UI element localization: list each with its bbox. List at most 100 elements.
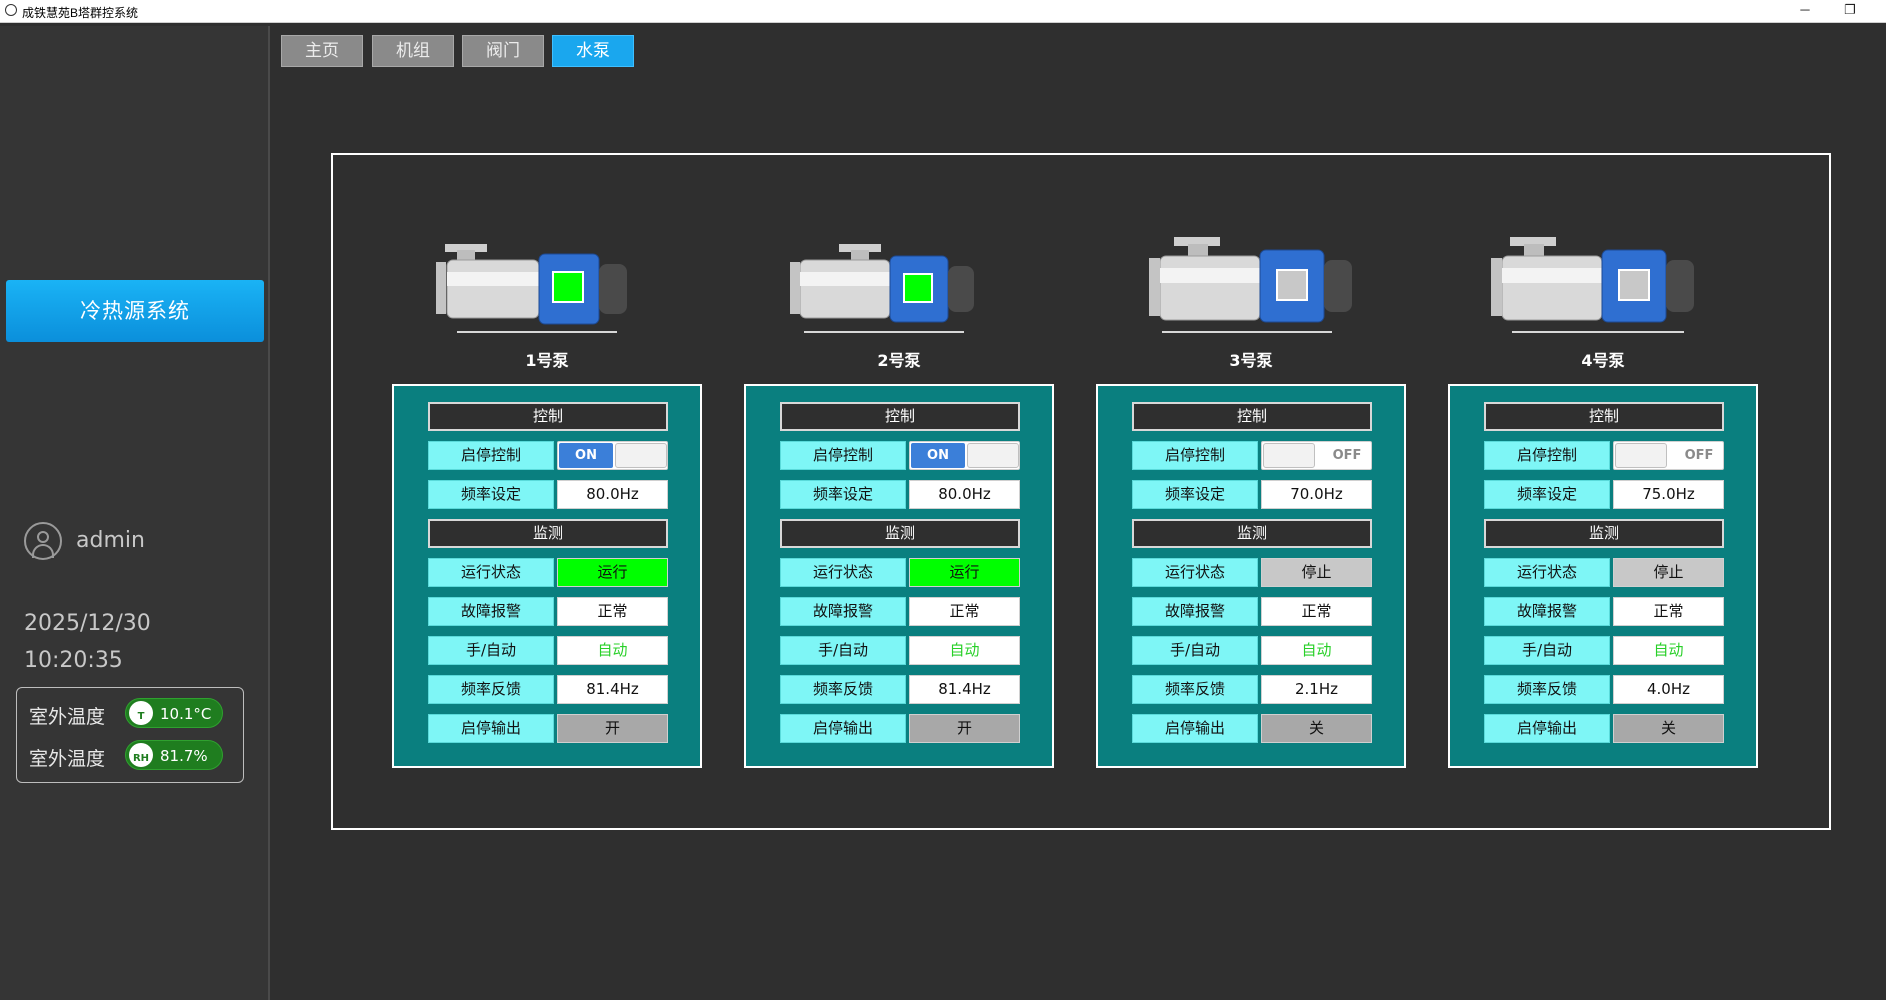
window-titlebar: 成铁慧苑B塔群控系统 ─ ❐ xyxy=(0,0,1886,23)
switch-off-label: OFF xyxy=(1684,448,1714,463)
monitor-header: 监测 xyxy=(1484,519,1724,548)
monitor-header: 监测 xyxy=(780,519,1020,548)
start-stop-label: 启停控制 xyxy=(428,441,554,470)
freq-feedback-label: 频率反馈 xyxy=(1132,675,1258,704)
pump-4-card: 控制 启停控制 OFF 频率设定 75.0Hz 监测 运行状态 停止 故障报警 … xyxy=(1448,384,1758,768)
pump-2-freq-set-input[interactable]: 80.0Hz xyxy=(909,480,1020,509)
control-header: 控制 xyxy=(1484,402,1724,431)
pump-4-status-indicator xyxy=(1618,269,1650,301)
humidity-icon: RH xyxy=(129,743,153,767)
run-status-label: 运行状态 xyxy=(780,558,906,587)
pump-2-name: 2号泵 xyxy=(877,351,921,370)
switch-on-label: ON xyxy=(911,443,965,468)
mode-label: 手/自动 xyxy=(780,636,906,665)
app-icon xyxy=(5,4,17,16)
pump-2-mode: 自动 xyxy=(909,636,1020,665)
pump-2-run-status: 运行 xyxy=(909,558,1020,587)
start-stop-label: 启停控制 xyxy=(1132,441,1258,470)
output-label: 启停输出 xyxy=(428,714,554,743)
pump-1-run-status: 运行 xyxy=(557,558,668,587)
mode-label: 手/自动 xyxy=(1484,636,1610,665)
minimize-button[interactable]: ─ xyxy=(1785,0,1825,22)
switch-off-label: OFF xyxy=(1332,448,1362,463)
tab-valves[interactable]: 阀门 xyxy=(462,35,544,67)
pump-4-freq-feedback: 4.0Hz xyxy=(1613,675,1724,704)
freq-set-label: 频率设定 xyxy=(1484,480,1610,509)
monitor-header: 监测 xyxy=(1132,519,1372,548)
pump-3-mode: 自动 xyxy=(1261,636,1372,665)
run-status-label: 运行状态 xyxy=(1484,558,1610,587)
control-header: 控制 xyxy=(780,402,1020,431)
pump-1-output: 开 xyxy=(557,714,668,743)
temperature-badge: T 10.1°C xyxy=(125,698,223,728)
user-icon xyxy=(24,522,62,560)
pump-3-image xyxy=(1149,237,1352,333)
run-status-label: 运行状态 xyxy=(428,558,554,587)
window-title: 成铁慧苑B塔群控系统 xyxy=(22,6,139,20)
pump-3-run-status: 停止 xyxy=(1261,558,1372,587)
run-status-label: 运行状态 xyxy=(1132,558,1258,587)
pump-2-output: 开 xyxy=(909,714,1020,743)
pump-2-image xyxy=(790,244,974,333)
freq-feedback-label: 频率反馈 xyxy=(780,675,906,704)
current-time: 10:20:35 xyxy=(24,648,123,673)
pump-1-mode: 自动 xyxy=(557,636,668,665)
sidebar: 冷热源系统 admin 2025/12/30 10:20:35 室外温度 T 1… xyxy=(0,26,270,1000)
current-date: 2025/12/30 xyxy=(24,611,151,636)
tab-home[interactable]: 主页 xyxy=(281,35,363,67)
monitor-header: 监测 xyxy=(428,519,668,548)
freq-set-label: 频率设定 xyxy=(1132,480,1258,509)
pump-2-start-stop-switch[interactable]: ON xyxy=(909,441,1020,470)
fault-label: 故障报警 xyxy=(780,597,906,626)
env-label: 室外温度 xyxy=(29,706,106,728)
fault-label: 故障报警 xyxy=(428,597,554,626)
mode-label: 手/自动 xyxy=(1132,636,1258,665)
pump-1-image xyxy=(436,244,627,333)
humidity-value: 81.7% xyxy=(160,747,208,765)
pump-4-fault: 正常 xyxy=(1613,597,1724,626)
pump-1-start-stop-switch[interactable]: ON xyxy=(557,441,668,470)
start-stop-label: 启停控制 xyxy=(1484,441,1610,470)
pump-4-name: 4号泵 xyxy=(1581,351,1625,370)
pump-2-status-indicator xyxy=(903,273,933,303)
hvac-system-button[interactable]: 冷热源系统 xyxy=(6,280,264,342)
tab-water-pumps[interactable]: 水泵 xyxy=(552,35,634,67)
control-header: 控制 xyxy=(1132,402,1372,431)
outdoor-environment-box: 室外温度 T 10.1°C 室外温度 RH 81.7% xyxy=(16,687,244,783)
pump-3-status-indicator xyxy=(1276,269,1308,301)
pump-2-fault: 正常 xyxy=(909,597,1020,626)
output-label: 启停输出 xyxy=(1484,714,1610,743)
pump-1-name: 1号泵 xyxy=(525,351,569,370)
username: admin xyxy=(76,528,145,553)
freq-feedback-label: 频率反馈 xyxy=(1484,675,1610,704)
freq-set-label: 频率设定 xyxy=(780,480,906,509)
humidity-badge: RH 81.7% xyxy=(125,740,223,770)
output-label: 启停输出 xyxy=(1132,714,1258,743)
start-stop-label: 启停控制 xyxy=(780,441,906,470)
tab-chiller-units[interactable]: 机组 xyxy=(372,35,454,67)
pump-3-freq-set-input[interactable]: 70.0Hz xyxy=(1261,480,1372,509)
env-label: 室外温度 xyxy=(29,748,106,770)
thermometer-icon: T xyxy=(129,701,153,725)
pump-3-freq-feedback: 2.1Hz xyxy=(1261,675,1372,704)
pump-2-freq-feedback: 81.4Hz xyxy=(909,675,1020,704)
switch-on-label: ON xyxy=(559,443,613,468)
mode-label: 手/自动 xyxy=(428,636,554,665)
pump-3-card: 控制 启停控制 OFF 频率设定 70.0Hz 监测 运行状态 停止 故障报警 … xyxy=(1096,384,1406,768)
pump-4-output: 关 xyxy=(1613,714,1724,743)
freq-feedback-label: 频率反馈 xyxy=(428,675,554,704)
restore-button[interactable]: ❐ xyxy=(1830,0,1870,22)
pump-3-start-stop-switch[interactable]: OFF xyxy=(1261,441,1372,470)
pump-4-image xyxy=(1491,237,1694,333)
pump-4-freq-set-input[interactable]: 75.0Hz xyxy=(1613,480,1724,509)
pump-2-card: 控制 启停控制 ON 频率设定 80.0Hz 监测 运行状态 运行 故障报警 正… xyxy=(744,384,1054,768)
pump-1-status-indicator xyxy=(552,271,584,303)
temperature-value: 10.1°C xyxy=(160,705,212,723)
pump-4-run-status: 停止 xyxy=(1613,558,1724,587)
pump-4-start-stop-switch[interactable]: OFF xyxy=(1613,441,1724,470)
fault-label: 故障报警 xyxy=(1132,597,1258,626)
pump-3-fault: 正常 xyxy=(1261,597,1372,626)
pump-1-freq-set-input[interactable]: 80.0Hz xyxy=(557,480,668,509)
pump-1-card: 控制 启停控制 ON 频率设定 80.0Hz 监测 运行状态 运行 故障报警 正… xyxy=(392,384,702,768)
pump-3-name: 3号泵 xyxy=(1229,351,1273,370)
